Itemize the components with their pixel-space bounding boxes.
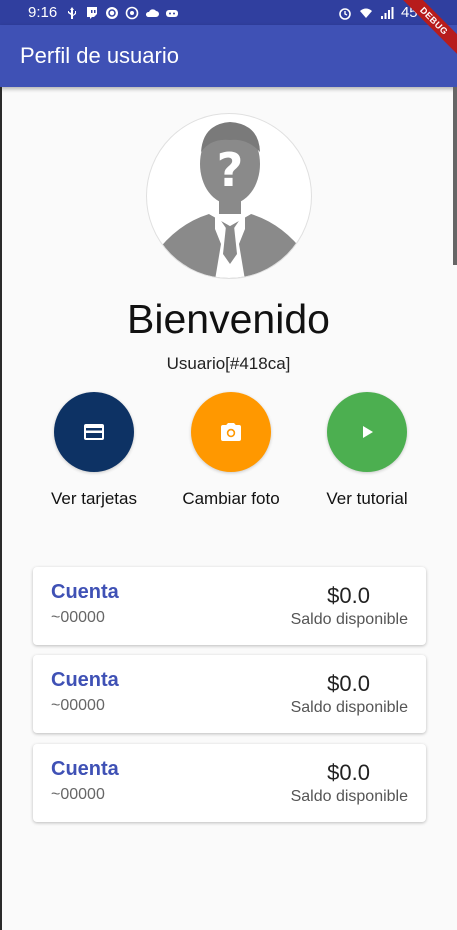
account-title: Cuenta [51,669,119,691]
notification-icons [65,6,179,20]
account-title: Cuenta [51,758,119,780]
balance-caption: Saldo disponible [290,699,408,716]
page-title: Perfil de usuario [20,43,179,68]
play-icon [363,426,373,438]
alarm-icon [339,7,351,20]
battery-percent: 45% [400,4,431,21]
account-number: ~00000 [51,609,105,626]
view-tutorial-button[interactable]: Ver tutorial [297,392,437,509]
camera-icon [221,423,241,441]
unknown-user-icon: ? [155,122,305,278]
change-photo-button[interactable]: Cambiar foto [161,392,301,509]
twitch-icon [87,6,98,19]
account-card[interactable]: Cuenta ~00000 $0.0 Saldo disponible [33,744,426,822]
change-photo-label: Cambiar foto [182,489,280,508]
status-bar: 9:16 45% [0,0,457,25]
game-icon [166,9,179,17]
view-tutorial-label: Ver tutorial [326,489,408,508]
left-edge [0,87,2,930]
app-bar: Perfil de usuario [0,25,457,87]
avatar[interactable]: ? [146,113,312,279]
status-time: 9:16 [28,4,58,21]
account-number: ~00000 [51,786,105,803]
whatsapp-icon [125,6,139,19]
view-cards-circle[interactable] [54,392,134,472]
account-balance: $0.0 [327,583,370,608]
cloud-icon [146,8,160,17]
wifi-icon [359,8,372,18]
account-number: ~00000 [51,697,105,714]
balance-caption: Saldo disponible [290,788,408,805]
account-title: Cuenta [51,581,119,603]
balance-caption: Saldo disponible [290,611,408,628]
sync-icon [106,6,119,19]
welcome-heading: Bienvenido [127,296,330,342]
view-tutorial-circle[interactable] [327,392,407,472]
account-balance: $0.0 [327,671,370,696]
usb-icon [68,6,77,19]
view-cards-label: Ver tarjetas [51,489,137,508]
credit-card-icon [84,424,104,440]
status-right: 45% [338,4,449,21]
user-id-label: Usuario[#418ca] [166,354,291,373]
view-cards-button[interactable]: Ver tarjetas [24,392,164,509]
change-photo-circle[interactable] [191,392,271,472]
scrollbar[interactable] [453,87,457,265]
svg-text:?: ? [217,143,244,197]
signal-icon [380,6,394,19]
account-card[interactable]: Cuenta ~00000 $0.0 Saldo disponible [33,655,426,733]
account-balance: $0.0 [327,760,370,785]
account-card[interactable]: Cuenta ~00000 $0.0 Saldo disponible [33,567,426,645]
